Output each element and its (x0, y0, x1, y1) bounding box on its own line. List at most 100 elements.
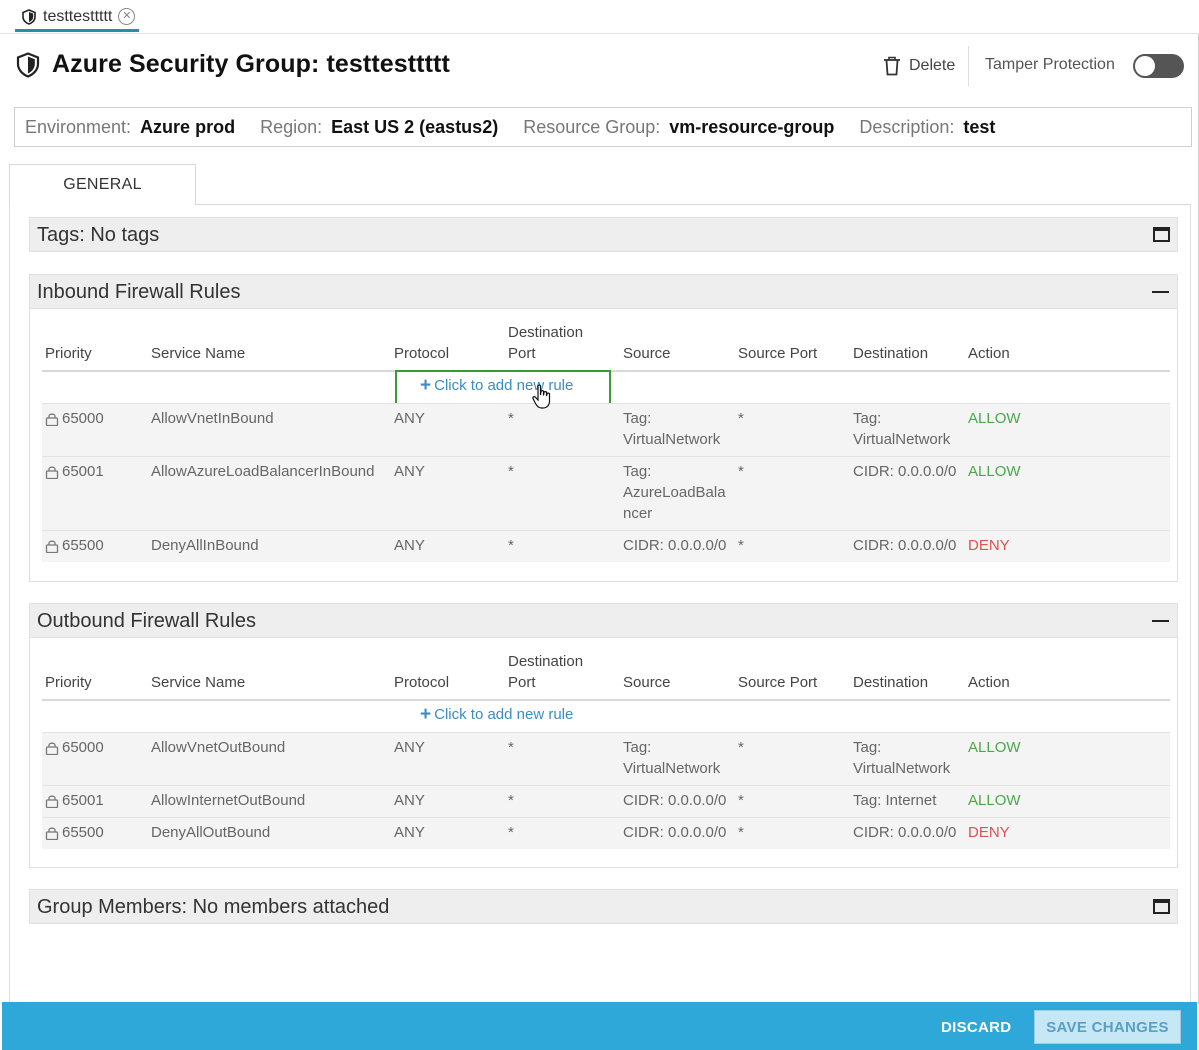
rule-destination-port: * (508, 463, 514, 480)
rule-source: Tag: VirtualNetwork (623, 739, 721, 777)
document-tab[interactable]: testtesttttt ✕ (15, 4, 140, 32)
rule-source-port: * (738, 463, 744, 480)
environment-value: Azure prod (140, 116, 236, 137)
rule-source: Tag: VirtualNetwork (623, 410, 721, 448)
rule-destination: Tag: VirtualNetwork (853, 739, 951, 777)
divider (968, 46, 969, 86)
add-rule-button[interactable]: + Click to add new rule (420, 705, 574, 724)
info-bar: Environment: Azure prod Region: East US … (14, 107, 1192, 147)
rule-destination: CIDR: 0.0.0.0/0 (853, 537, 957, 554)
rule-protocol: ANY (394, 824, 425, 841)
rule-service-name: AllowAzureLoadBalancerInBound (151, 463, 375, 480)
expand-icon[interactable] (1153, 899, 1170, 914)
column-header-destination-port: Destination (508, 324, 584, 341)
members-panel-title: Group Members: No members attached (37, 896, 390, 918)
save-changes-button[interactable]: SAVE CHANGES (1034, 1010, 1181, 1044)
members-panel-header[interactable]: Group Members: No members attached (29, 889, 1178, 924)
region-label: Region: (260, 116, 323, 137)
rule-service-name: DenyAllOutBound (151, 824, 271, 841)
rule-source: CIDR: 0.0.0.0/0 (623, 792, 727, 809)
rule-destination: Tag: Internet (853, 792, 937, 809)
tamper-protection-toggle[interactable] (1133, 54, 1184, 78)
rule-action: ALLOW (968, 410, 1021, 427)
lock-icon (45, 794, 59, 809)
tags-panel-header[interactable]: Tags: No tags (29, 217, 1178, 252)
footer-bar: DISCARD SAVE CHANGES (2, 1002, 1197, 1050)
description-value: test (963, 116, 996, 137)
column-header-service-name: Service Name (151, 345, 246, 362)
lock-icon (45, 465, 59, 480)
column-header-destination-port-line2: Port (508, 345, 536, 362)
tags-panel-title: Tags: No tags (37, 224, 160, 246)
rule-priority: 65001 (62, 792, 104, 809)
outbound-panel-header[interactable]: Outbound Firewall Rules (29, 603, 1178, 638)
column-header-destination: Destination (853, 674, 929, 691)
rule-source-port: * (738, 410, 744, 427)
rule-destination-port: * (508, 739, 514, 756)
rule-action: ALLOW (968, 739, 1021, 756)
hand-cursor-icon (532, 384, 551, 409)
column-header-priority: Priority (45, 345, 92, 362)
column-header-source-port: Source Port (738, 674, 818, 691)
rule-action: ALLOW (968, 463, 1021, 480)
rule-source-port: * (738, 537, 744, 554)
tab-strip: GENERAL (9, 164, 1191, 205)
tamper-protection-label: Tamper Protection (985, 56, 1115, 73)
close-tab-icon[interactable]: ✕ (118, 8, 136, 25)
rule-protocol: ANY (394, 792, 425, 809)
delete-button[interactable]: Delete (883, 56, 955, 76)
rule-priority: 65500 (62, 824, 104, 841)
lock-icon (45, 412, 59, 427)
rule-service-name: AllowVnetInBound (151, 410, 274, 427)
collapse-icon[interactable] (1152, 291, 1169, 293)
page-title: Azure Security Group: testtesttttt (52, 50, 450, 78)
expand-icon[interactable] (1153, 227, 1170, 242)
shield-icon (16, 52, 40, 78)
resource-group-label: Resource Group: (523, 116, 661, 137)
rule-destination: CIDR: 0.0.0.0/0 (853, 824, 957, 841)
rule-destination-port: * (508, 792, 514, 809)
rule-destination: CIDR: 0.0.0.0/0 (853, 463, 957, 480)
page-header: Azure Security Group: testtesttttt Delet… (0, 34, 1199, 98)
column-header-priority: Priority (45, 674, 92, 691)
shield-icon (22, 8, 36, 25)
rule-action: DENY (968, 537, 1010, 554)
rule-source-port: * (738, 824, 744, 841)
toggle-knob (1135, 56, 1155, 76)
rule-destination-port: * (508, 824, 514, 841)
tab-general[interactable]: GENERAL (9, 164, 196, 205)
rule-source: Tag: AzureLoadBala ncer (623, 463, 726, 522)
rule-action: ALLOW (968, 792, 1021, 809)
rule-priority: 65500 (62, 537, 104, 554)
rule-source: CIDR: 0.0.0.0/0 (623, 824, 727, 841)
rule-protocol: ANY (394, 537, 425, 554)
document-tab-label: testtesttttt (43, 7, 113, 25)
rule-source-port: * (738, 792, 744, 809)
rule-service-name: AllowInternetOutBound (151, 792, 306, 809)
delete-label: Delete (909, 57, 956, 74)
inbound-panel-title: Inbound Firewall Rules (37, 281, 241, 303)
table-header-divider (42, 699, 1170, 701)
rule-protocol: ANY (394, 410, 425, 427)
lock-icon (45, 741, 59, 756)
rule-service-name: AllowVnetOutBound (151, 739, 286, 756)
region-value: East US 2 (eastus2) (331, 116, 499, 137)
column-header-service-name: Service Name (151, 674, 246, 691)
rule-destination: Tag: VirtualNetwork (853, 410, 951, 448)
resource-group-value: vm-resource-group (669, 116, 835, 137)
rule-destination-port: * (508, 410, 514, 427)
rule-protocol: ANY (394, 739, 425, 756)
discard-button[interactable]: DISCARD (941, 1019, 1011, 1036)
rule-service-name: DenyAllInBound (151, 537, 259, 554)
inbound-panel-header[interactable]: Inbound Firewall Rules (29, 274, 1178, 309)
add-rule-label: Click to add new rule (434, 706, 574, 723)
rule-source: CIDR: 0.0.0.0/0 (623, 537, 727, 554)
collapse-icon[interactable] (1152, 620, 1169, 622)
rule-protocol: ANY (394, 463, 425, 480)
column-header-action: Action (968, 345, 1010, 362)
document-tab-bar: testtesttttt ✕ (0, 0, 1199, 34)
column-header-protocol: Protocol (394, 345, 450, 362)
environment-label: Environment: (25, 116, 132, 137)
description-label: Description: (859, 116, 955, 137)
rule-action: DENY (968, 824, 1010, 841)
